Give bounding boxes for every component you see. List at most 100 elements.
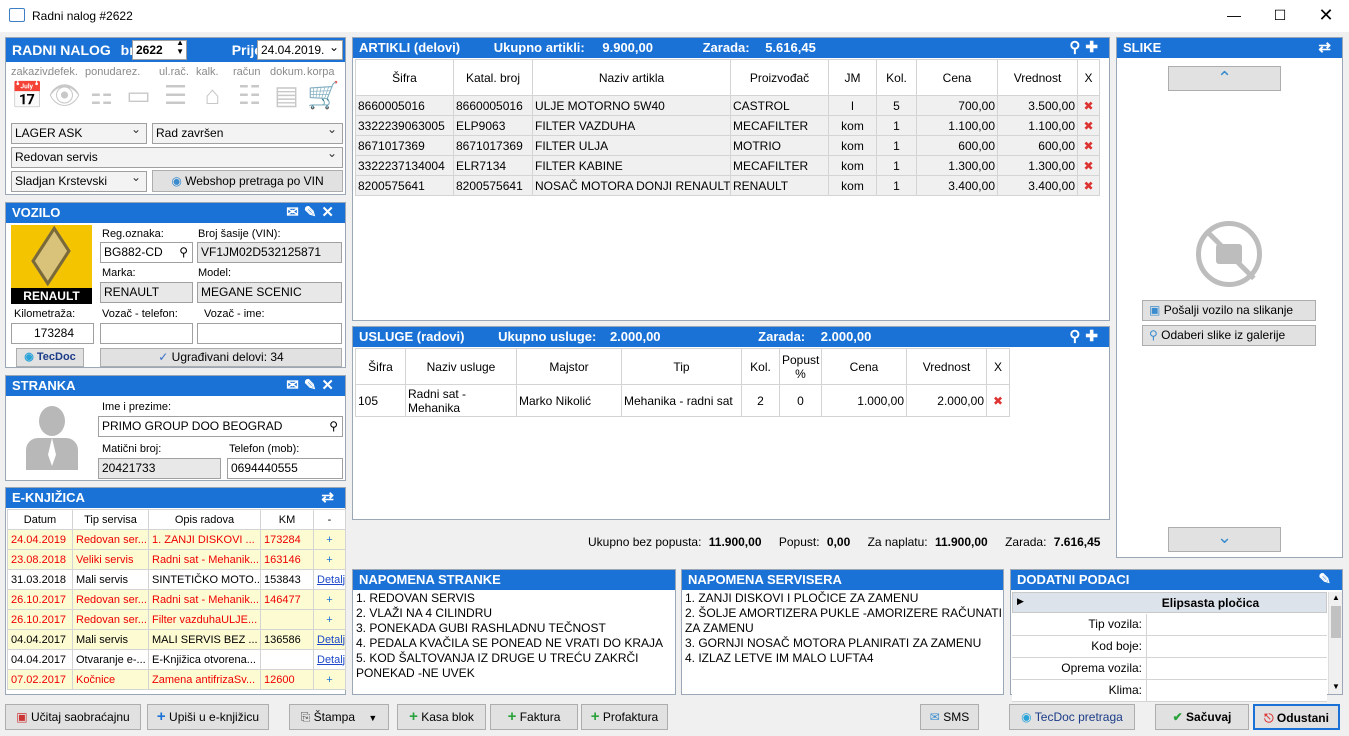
search-icon[interactable]: ⚲: [1069, 39, 1085, 56]
document-icon[interactable]: ▤: [270, 76, 303, 110]
articles-col-header[interactable]: Vrednost: [997, 59, 1078, 96]
refresh-icon[interactable]: ⇄: [1318, 38, 1336, 58]
services-col-header[interactable]: Cena: [821, 348, 907, 385]
add-icon[interactable]: ✚: [1085, 39, 1103, 56]
ebook-cell-action[interactable]: +: [313, 549, 346, 570]
client-name-input[interactable]: PRIMO GROUP DOO BEOGRAD ⚲: [98, 416, 343, 437]
ebook-cell-action[interactable]: Detalji: [313, 569, 346, 590]
load-registration-button[interactable]: ▣ Učitaj saobraćajnu: [5, 704, 141, 730]
delete-icon[interactable]: ✖: [1077, 155, 1100, 176]
articles-col-header[interactable]: Proizvođač: [730, 59, 829, 96]
register-icon[interactable]: ☷: [233, 76, 266, 110]
services-col-header[interactable]: Popust %: [779, 348, 822, 385]
delete-icon[interactable]: ✖: [1077, 175, 1100, 196]
articles-col-header[interactable]: Šifra: [355, 59, 454, 96]
services-col-header[interactable]: Šifra: [355, 348, 406, 385]
ebook-cell-action[interactable]: +: [313, 669, 346, 690]
marka-input[interactable]: RENAULT: [100, 282, 193, 303]
minimize-icon[interactable]: —: [1211, 0, 1257, 32]
ebook-row[interactable]: 24.04.2019 Redovan ser... 1. ZANJI DISKOVI…: [7, 529, 346, 550]
ebook-cell-action[interactable]: +: [313, 589, 346, 610]
ebook-row[interactable]: 26.10.2017 Redovan ser... Filter vazduhaUL…: [7, 609, 346, 630]
delete-icon[interactable]: ✖: [1077, 95, 1100, 116]
select-from-gallery-button[interactable]: ⚲ Odaberi slike iz galerije: [1142, 325, 1316, 346]
ebook-cell-action[interactable]: +: [313, 529, 346, 550]
maximize-icon[interactable]: ☐: [1257, 0, 1303, 32]
search-icon[interactable]: ⚲: [1069, 328, 1085, 345]
articles-col-header[interactable]: Naziv artikla: [532, 59, 731, 96]
services-col-header[interactable]: Naziv usluge: [405, 348, 517, 385]
model-input[interactable]: MEGANE SCENIC: [197, 282, 342, 303]
ticket-icon[interactable]: ▭: [122, 76, 155, 110]
ebook-row[interactable]: 04.04.2017 Otvaranje e-... E-Knjižica otvo…: [7, 649, 346, 670]
invoice-button[interactable]: + Faktura: [490, 704, 578, 730]
services-col-header[interactable]: Majstor: [516, 348, 622, 385]
services-col-header[interactable]: X: [986, 348, 1010, 385]
ebook-row[interactable]: 31.03.2018 Mali servis SINTETIČKO MOTO... 1…: [7, 569, 346, 590]
extra-field-row[interactable]: Tip vozila:: [1012, 614, 1327, 636]
send-to-photo-button[interactable]: ▣ Pošalji vozilo na slikanje: [1142, 300, 1316, 321]
ebook-cell-action[interactable]: +: [313, 609, 346, 630]
write-ebook-button[interactable]: + Upiši u e-knjižicu: [147, 704, 269, 730]
eye-icon[interactable]: 👁: [48, 76, 81, 110]
client-note-text[interactable]: 1. REDOVAN SERVIS 2. VLAŽI NA 4 CILINDRU…: [356, 591, 674, 681]
ebook-row[interactable]: 07.02.2017 Kočnice Zamena antifrizaSv... 12…: [7, 669, 346, 690]
list-icon[interactable]: ☰: [159, 76, 192, 110]
delete-icon[interactable]: ✖: [1077, 135, 1100, 156]
ebook-row[interactable]: 26.10.2017 Redovan ser... Radni sat - Meha…: [7, 589, 346, 610]
save-button[interactable]: ✔ Sačuvaj: [1155, 704, 1249, 730]
articles-col-header[interactable]: Katal. broj: [453, 59, 533, 96]
extra-group-row[interactable]: ▶ Elipsasta pločica: [1012, 592, 1327, 613]
search-icon[interactable]: ⚲: [179, 243, 188, 262]
close-icon[interactable]: ✕: [321, 204, 339, 221]
scroll-up-button[interactable]: ⌃: [1168, 66, 1281, 91]
lager-dropdown[interactable]: LAGER ASK: [11, 120, 147, 144]
tecdoc-logo[interactable]: ◉ TecDoc: [16, 348, 84, 367]
ebook-row[interactable]: 23.08.2018 Veliki servis Radni sat - Mehan…: [7, 549, 346, 570]
vin-input[interactable]: VF1JM02D532125871: [197, 242, 342, 263]
km-input[interactable]: 173284: [11, 323, 94, 344]
scroll-down-button[interactable]: ⌄: [1168, 527, 1281, 552]
articles-row[interactable]: 3322239063005 ELP9063 FILTER VAZDUHA MECAFI…: [355, 115, 1100, 136]
search-icon[interactable]: ⚲: [329, 417, 338, 436]
refresh-icon[interactable]: ⇄: [321, 488, 339, 508]
box-icon[interactable]: ⌂: [196, 76, 229, 110]
service-dropdown[interactable]: Redovan servis: [11, 144, 343, 168]
print-dropdown-button[interactable]: ⎘ Štampa ▼: [289, 704, 389, 730]
services-col-header[interactable]: Kol.: [741, 348, 780, 385]
tecdoc-search-button[interactable]: ◉ TecDoc pretraga: [1009, 704, 1135, 730]
edit-icon[interactable]: ✎: [304, 377, 322, 394]
driver-name-input[interactable]: [197, 323, 342, 344]
extra-scrollbar[interactable]: ▲ ▼: [1328, 592, 1342, 694]
status-dropdown[interactable]: Rad završen: [152, 120, 343, 144]
installed-parts-button[interactable]: ✓ Ugrađivani delovi: 34: [100, 348, 342, 367]
delete-icon[interactable]: ✖: [1077, 115, 1100, 136]
ebook-cell-action[interactable]: Detalji: [313, 629, 346, 650]
driver-phone-input[interactable]: [100, 323, 193, 344]
edit-icon[interactable]: ✎: [304, 204, 322, 221]
cart-icon[interactable]: 🛒: [307, 76, 340, 110]
sms-icon[interactable]: ✉: [286, 377, 304, 394]
cash-receipt-button[interactable]: + Kasa blok: [397, 704, 486, 730]
services-row[interactable]: 105 Radni sat - Mehanika Marko Nikolić Meha…: [355, 384, 1010, 417]
close-icon[interactable]: ✕: [321, 377, 339, 394]
service-note-text[interactable]: 1. ZANJI DISKOVI I PLOČICE ZA ZAMENU 2. …: [685, 591, 1002, 666]
tag-icon[interactable]: ⚏: [85, 76, 118, 110]
close-icon[interactable]: ✕: [1303, 0, 1349, 32]
add-icon[interactable]: ✚: [1085, 328, 1103, 345]
articles-row[interactable]: 8660005016 8660005016 ULJE MOTORNO 5W40 CAS…: [355, 95, 1100, 116]
prijem-date-picker[interactable]: 24.04.2019. ⌄: [257, 40, 343, 60]
ebook-row[interactable]: 04.04.2017 Mali servis MALI SERVIS BEZ ...…: [7, 629, 346, 650]
extra-field-row[interactable]: Klima:: [1012, 680, 1327, 702]
calendar-icon[interactable]: 📅: [11, 76, 44, 110]
services-col-header[interactable]: Vrednost: [906, 348, 987, 385]
articles-col-header[interactable]: Cena: [916, 59, 998, 96]
webshop-vin-button[interactable]: ◉ Webshop pretraga po VIN: [152, 170, 343, 192]
order-number-stepper[interactable]: 2622 ▲ ▼: [132, 40, 187, 60]
sms-icon[interactable]: ✉: [286, 204, 304, 221]
services-col-header[interactable]: Tip: [621, 348, 742, 385]
edit-icon[interactable]: ✎: [1318, 570, 1336, 590]
client-phone-input[interactable]: 0694440555: [227, 458, 343, 479]
articles-row[interactable]: 8200575641 8200575641 NOSAČ MOTORA DONJI R…: [355, 175, 1100, 196]
proforma-button[interactable]: + Profaktura: [581, 704, 668, 730]
